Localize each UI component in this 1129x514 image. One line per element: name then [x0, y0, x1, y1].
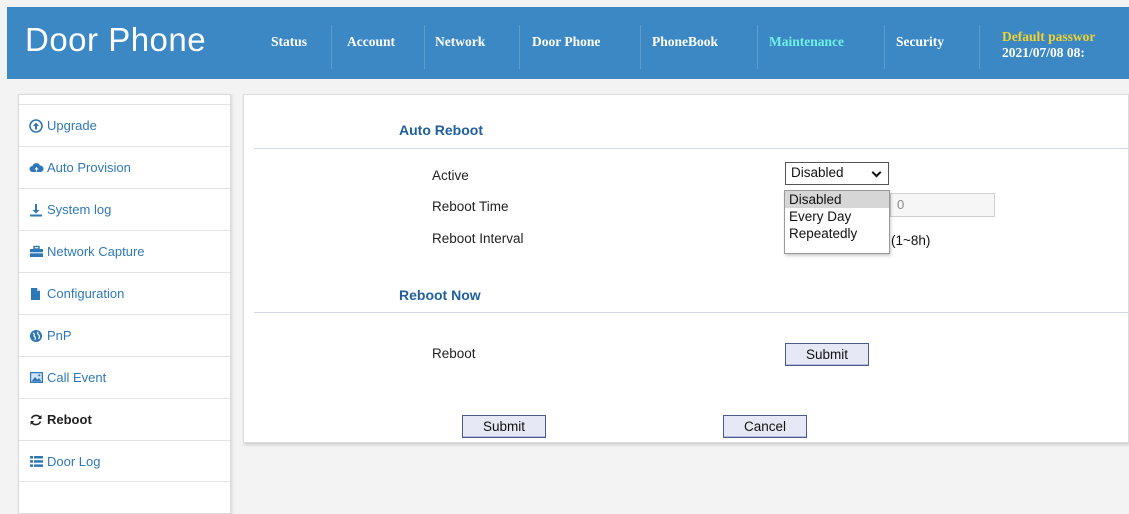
reboot-label: Reboot	[432, 346, 476, 361]
sidebar-item-label: Configuration	[47, 286, 125, 301]
refresh-icon	[29, 413, 44, 426]
sidebar: Upgrade Auto Provision System log Networ…	[18, 94, 231, 514]
chevron-down-icon	[871, 167, 882, 178]
nav-status[interactable]: Status	[271, 34, 307, 50]
cloud-icon	[29, 161, 44, 174]
nav-account[interactable]: Account	[347, 34, 395, 50]
sidebar-item-configuration[interactable]: Configuration	[19, 272, 230, 314]
active-select[interactable]: Disabled	[785, 162, 889, 185]
section-divider	[254, 148, 1128, 149]
current-datetime: 2021/07/08 08:	[1002, 45, 1085, 60]
nav-divider	[640, 25, 641, 69]
nav-door-phone[interactable]: Door Phone	[532, 34, 600, 50]
sidebar-item-label: Door Log	[47, 453, 101, 469]
nav-divider	[424, 25, 425, 69]
sidebar-item-label: Auto Provision	[47, 160, 131, 175]
nav-maintenance[interactable]: Maintenance	[769, 34, 844, 50]
header-info: Default passwor 2021/07/08 08:	[1002, 29, 1095, 61]
briefcase-icon	[29, 245, 44, 258]
section-divider	[254, 312, 1128, 313]
content-panel: Auto Reboot Active Disabled Reboot Time …	[243, 94, 1129, 443]
cancel-button[interactable]: Cancel	[723, 415, 807, 438]
nav-divider	[331, 25, 332, 69]
option-disabled[interactable]: Disabled	[785, 191, 889, 208]
download-icon	[29, 203, 44, 217]
reboot-interval-hint: (1~8h)	[891, 233, 931, 248]
nav-divider	[884, 25, 885, 69]
nav-divider	[757, 25, 758, 69]
sidebar-item-door-log[interactable]: Door Log	[19, 440, 230, 482]
nav-divider	[979, 25, 980, 69]
globe-icon	[29, 329, 44, 342]
active-select-value: Disabled	[791, 165, 844, 180]
reboot-now-title: Reboot Now	[399, 287, 481, 303]
nav-divider	[519, 25, 520, 69]
sidebar-item-label: Upgrade	[47, 118, 97, 133]
nav-phonebook[interactable]: PhoneBook	[652, 34, 718, 50]
sidebar-item-label: Call Event	[47, 370, 107, 385]
nav-network[interactable]: Network	[435, 34, 485, 50]
list-icon	[29, 455, 44, 468]
sidebar-item-label: Reboot	[47, 412, 92, 427]
top-header: Door Phone Status Account Network Door P…	[7, 7, 1129, 79]
sidebar-item-network-capture[interactable]: Network Capture	[19, 230, 230, 272]
reboot-submit-button[interactable]: Submit	[785, 343, 869, 366]
picture-icon	[29, 371, 44, 384]
reboot-time-label: Reboot Time	[432, 199, 509, 214]
reboot-interval-label: Reboot Interval	[432, 231, 524, 246]
reboot-time-input[interactable]: 0	[890, 193, 995, 217]
sidebar-item-auto-provision[interactable]: Auto Provision	[19, 146, 230, 188]
auto-reboot-title: Auto Reboot	[399, 122, 483, 138]
option-repeatedly[interactable]: Repeatedly	[785, 225, 889, 242]
sidebar-item-label: System log	[47, 202, 112, 217]
app-title: Door Phone	[25, 21, 207, 58]
sidebar-item-call-event[interactable]: Call Event	[19, 356, 230, 398]
sidebar-item-reboot[interactable]: Reboot	[19, 398, 230, 440]
submit-button[interactable]: Submit	[462, 415, 546, 438]
sidebar-item-upgrade[interactable]: Upgrade	[19, 104, 230, 146]
nav-security[interactable]: Security	[896, 34, 944, 50]
sidebar-item-pnp[interactable]: PnP	[19, 314, 230, 356]
file-icon	[29, 287, 44, 300]
option-every-day[interactable]: Every Day	[785, 208, 889, 225]
sidebar-item-system-log[interactable]: System log	[19, 188, 230, 230]
upgrade-icon	[29, 119, 44, 133]
sidebar-item-label: PnP	[47, 328, 72, 343]
active-dropdown-list: Disabled Every Day Repeatedly	[784, 190, 890, 254]
active-label: Active	[432, 168, 469, 183]
default-password-warning[interactable]: Default passwor	[1002, 29, 1095, 45]
sidebar-item-label: Network Capture	[47, 244, 145, 259]
